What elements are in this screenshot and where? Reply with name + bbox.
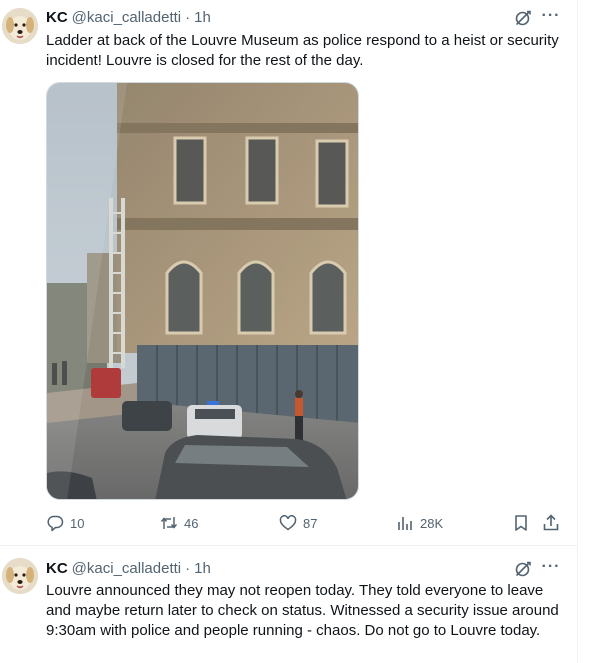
tweet[interactable]: KC @kaci_calladetti · 1h ··· Ladder at b…: [0, 0, 578, 546]
retweet-count: 46: [184, 515, 199, 531]
reply-count: 10: [70, 515, 85, 531]
reply-button[interactable]: 10: [46, 512, 84, 534]
timestamp[interactable]: 1h: [194, 560, 211, 577]
share-button[interactable]: [542, 512, 560, 534]
timestamp[interactable]: 1h: [194, 9, 211, 26]
tweet-header: KC @kaci_calladetti · 1h: [46, 558, 211, 578]
more-options-button[interactable]: ···: [540, 558, 562, 578]
display-name[interactable]: KC: [46, 9, 68, 26]
dog-avatar-icon: [2, 558, 38, 594]
views-button[interactable]: 28K: [396, 512, 443, 534]
tweet-text: Ladder at back of the Louvre Museum as p…: [46, 32, 559, 69]
separator-dot: ·: [185, 8, 191, 26]
timeline-feed: KC @kaci_calladetti · 1h ··· Ladder at b…: [0, 0, 578, 663]
retweet-icon: [160, 517, 178, 529]
more-options-button[interactable]: ···: [540, 7, 562, 27]
bookmark-button[interactable]: [512, 512, 530, 534]
grok-icon: [515, 10, 531, 26]
avatar[interactable]: [2, 558, 38, 594]
more-icon: ···: [541, 558, 561, 575]
bookmark-icon: [515, 515, 527, 531]
user-handle[interactable]: @kaci_calladetti: [72, 560, 181, 577]
like-button[interactable]: 87: [279, 512, 317, 534]
retweet-button[interactable]: 46: [160, 512, 198, 534]
views-icon: [398, 517, 412, 530]
avatar[interactable]: [2, 8, 38, 44]
louvre-photo-image: [47, 83, 358, 499]
like-icon: [279, 515, 297, 531]
share-icon: [543, 514, 559, 531]
tweet-photo[interactable]: [46, 82, 359, 500]
dog-avatar-icon: [2, 8, 38, 44]
separator-dot: ·: [185, 559, 191, 577]
reply-icon: [47, 515, 64, 532]
tweet-actions: 10 46 87 28K: [46, 512, 566, 534]
grok-button[interactable]: [514, 560, 532, 578]
like-count: 87: [303, 515, 318, 531]
tweet-header: KC @kaci_calladetti · 1h: [46, 7, 211, 27]
scrollbar[interactable]: [579, 0, 591, 663]
view-count: 28K: [420, 515, 444, 531]
tweet-text: Louvre announced they may not reopen tod…: [46, 582, 559, 639]
user-handle[interactable]: @kaci_calladetti: [72, 9, 181, 26]
grok-button[interactable]: [514, 9, 532, 27]
display-name[interactable]: KC: [46, 560, 68, 577]
tweet[interactable]: KC @kaci_calladetti · 1h ··· Louvre anno…: [0, 546, 578, 663]
grok-icon: [515, 561, 531, 577]
more-icon: ···: [541, 7, 561, 24]
